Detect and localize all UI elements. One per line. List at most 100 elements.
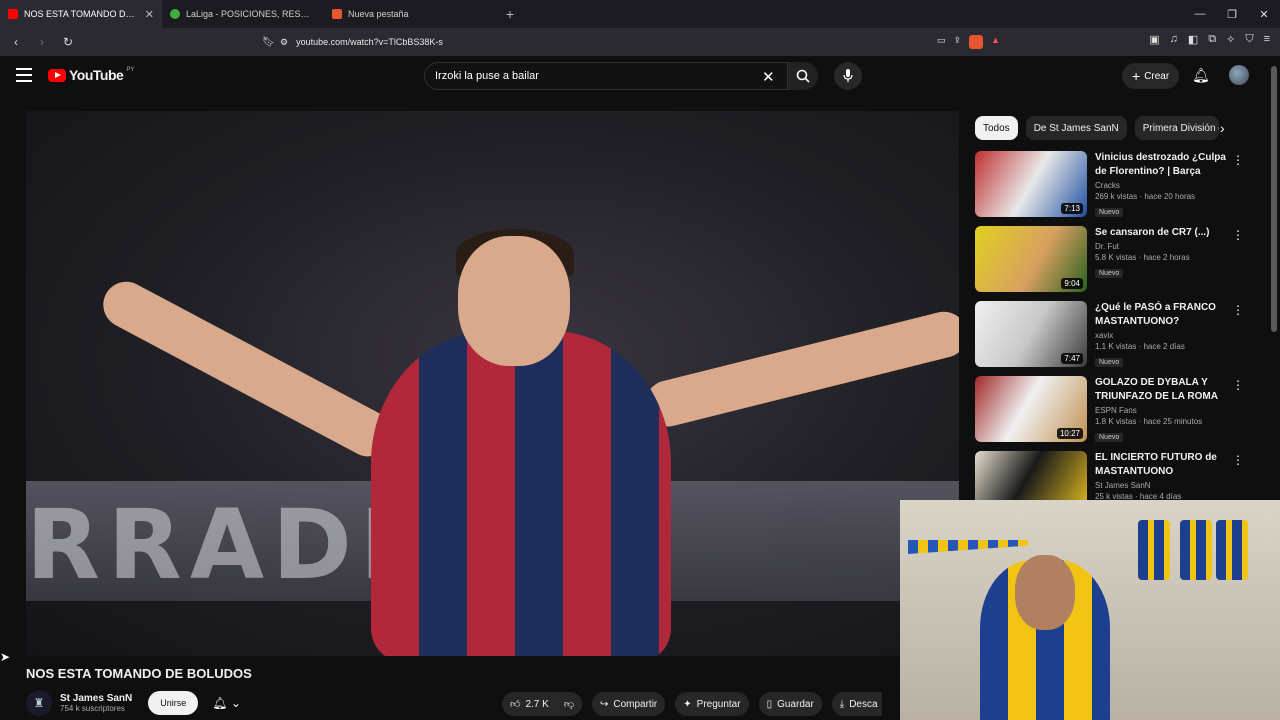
recommendation-item[interactable]: 7:13 Vinicius destrozado ¿Culpa de Flore… — [975, 151, 1260, 226]
more-options-icon[interactable]: ⋮ — [1232, 153, 1244, 167]
recommendation-info: EL INCIERTO FUTURO de MASTANTUONO St Jam… — [1095, 451, 1235, 500]
recommendation-title[interactable]: Vinicius destrozado ¿Culpa de Florentino… — [1095, 151, 1235, 179]
video-thumbnail[interactable] — [975, 451, 1087, 500]
channel-name[interactable]: St James SanN — [60, 693, 132, 704]
recommendation-info: GOLAZO DE DYBALA Y TRIUNFAZO DE LA ROMA … — [1095, 376, 1235, 451]
tab-laliga[interactable]: LaLiga - POSICIONES, RESULTADOS Y — [162, 0, 324, 28]
wallet-icon[interactable]: ▣ — [1149, 33, 1159, 46]
forward-icon[interactable]: › — [34, 35, 50, 49]
youtube-logo[interactable]: YouTube PY — [48, 67, 134, 83]
rewards-icon[interactable]: ▲ — [991, 35, 1000, 49]
tab-youtube[interactable]: NOS ESTA TOMANDO DE BOLUDOS ✕ — [0, 0, 162, 28]
brave-shields-icon[interactable] — [969, 35, 984, 49]
vpn-icon[interactable]: ⛉ — [1245, 33, 1253, 46]
recommendation-channel[interactable]: Dr. Fut — [1095, 242, 1235, 251]
recommendation-title[interactable]: ¿Qué le PASÓ a FRANCO MASTANTUONO? — [1095, 301, 1235, 329]
address-bar[interactable]: 🔖︎ ⚙︎ youtube.com/watch?v=TlCbBS38K-s ▭ … — [262, 33, 1000, 51]
save-label: Guardar — [777, 698, 814, 710]
chip-primera-division[interactable]: Primera División d — [1134, 116, 1219, 140]
extensions-icon[interactable]: ⧉ — [1208, 33, 1216, 46]
search-button[interactable] — [788, 62, 818, 90]
recommendation-channel[interactable]: ESPN Fans — [1095, 406, 1235, 415]
chevron-right-icon[interactable]: › — [1220, 120, 1225, 136]
search-value: Irzoki la puse a bailar — [435, 70, 539, 82]
clear-search-icon[interactable]: ✕ — [762, 68, 775, 86]
recommendation-meta: 269 k vistas · hace 20 horas — [1095, 192, 1196, 201]
chip-channel[interactable]: De St James SanN — [1025, 116, 1127, 140]
subscriber-count: 754 k suscriptores — [60, 704, 125, 713]
recommendations-list: 7:13 Vinicius destrozado ¿Culpa de Flore… — [975, 151, 1260, 500]
download-button[interactable]: ⤓ Desca — [831, 692, 882, 716]
account-avatar[interactable] — [1229, 65, 1249, 85]
video-thumbnail[interactable]: 9:04 — [975, 226, 1087, 292]
recommendation-channel[interactable]: Cracks — [1095, 181, 1235, 190]
share-icon[interactable]: ⇪ — [954, 35, 962, 49]
more-options-icon[interactable]: ⋮ — [1232, 303, 1244, 317]
menu-icon[interactable]: ≡ — [1264, 33, 1270, 46]
recommendation-title[interactable]: EL INCIERTO FUTURO de MASTANTUONO — [1095, 451, 1235, 479]
more-options-icon[interactable]: ⋮ — [1232, 228, 1244, 242]
logo-text: YouTube — [69, 67, 124, 83]
video-thumbnail[interactable]: 10:27 — [975, 376, 1087, 442]
like-button[interactable]: 👍︎ 2.7 K 👎︎ — [502, 692, 582, 716]
new-tab-button[interactable]: + — [498, 6, 522, 22]
chip-all[interactable]: Todos — [975, 116, 1018, 140]
bookmark-icon[interactable]: 🔖︎ — [262, 37, 275, 48]
new-badge: Nuevo — [1095, 269, 1124, 278]
recommendation-channel[interactable]: xavix — [1095, 331, 1235, 340]
reload-icon[interactable]: ↻ — [60, 35, 76, 49]
video-thumbnail[interactable]: 7:47 — [975, 301, 1087, 367]
save-button[interactable]: ▯ Guardar — [758, 692, 822, 716]
recommendation-channel[interactable]: St James SanN — [1095, 481, 1235, 490]
create-button[interactable]: + Crear — [1122, 63, 1180, 89]
minimize-icon[interactable]: — — [1184, 8, 1216, 21]
recommendation-meta: 25 k vistas · hace 4 días — [1095, 492, 1182, 500]
thumbs-down-icon[interactable]: 👎︎ — [564, 698, 574, 710]
bunting-decoration — [908, 540, 1028, 554]
guide-menu-icon[interactable] — [16, 68, 32, 82]
share-label: Compartir — [613, 698, 658, 710]
video-player[interactable]: RRADE — [26, 111, 959, 656]
close-window-icon[interactable]: ✕ — [1248, 8, 1280, 21]
music-icon[interactable]: ♫ — [1170, 33, 1178, 46]
duration-badge: 7:47 — [1061, 353, 1083, 364]
cast-icon[interactable]: ▭ — [937, 35, 946, 49]
maximize-icon[interactable]: ❐ — [1216, 8, 1248, 21]
search-input[interactable]: Irzoki la puse a bailar — [424, 62, 788, 90]
hanging-jersey — [1138, 520, 1170, 580]
recommendation-item[interactable]: 9:04 Se cansaron de CR7 (...) Dr. Fut 5.… — [975, 226, 1260, 301]
page-scrollbar[interactable] — [1271, 66, 1277, 332]
more-options-icon[interactable]: ⋮ — [1232, 378, 1244, 392]
recommendation-title[interactable]: Se cansaron de CR7 (...) — [1095, 226, 1235, 240]
share-button[interactable]: ↪ Compartir — [591, 692, 666, 716]
sidebar-icon[interactable]: ◧ — [1188, 33, 1198, 46]
url-text[interactable]: youtube.com/watch?v=TlCbBS38K-s — [296, 37, 443, 47]
channel-avatar[interactable]: ♜ — [26, 690, 52, 716]
voice-search-button[interactable] — [834, 62, 862, 90]
player-shirt — [371, 331, 671, 656]
recommendation-item[interactable]: 10:27 GOLAZO DE DYBALA Y TRIUNFAZO DE LA… — [975, 376, 1260, 451]
recommendation-item[interactable]: 7:47 ¿Qué le PASÓ a FRANCO MASTANTUONO? … — [975, 301, 1260, 376]
recommendation-item[interactable]: EL INCIERTO FUTURO de MASTANTUONO St Jam… — [975, 451, 1260, 500]
tab-title: Nueva pestaña — [348, 9, 409, 19]
like-count: 2.7 K — [525, 698, 549, 710]
site-info-icon[interactable]: ⚙︎ — [280, 37, 288, 48]
leo-icon[interactable]: ✧ — [1226, 33, 1235, 46]
streamer-face — [1015, 555, 1075, 630]
create-label: Crear — [1144, 70, 1170, 82]
recommendation-title[interactable]: GOLAZO DE DYBALA Y TRIUNFAZO DE LA ROMA … — [1095, 376, 1235, 404]
more-options-icon[interactable]: ⋮ — [1232, 453, 1244, 467]
ask-button[interactable]: ✦ Preguntar — [675, 692, 749, 716]
join-button[interactable]: Unirse — [148, 691, 199, 715]
download-label: Desca — [849, 698, 878, 710]
notifications-icon[interactable]: 🔔︎ — [1192, 67, 1210, 84]
subscribe-bell-icon[interactable]: 🔔︎ ⌄ — [212, 696, 241, 710]
browser-tab-bar: NOS ESTA TOMANDO DE BOLUDOS ✕ LaLiga - P… — [0, 0, 1280, 28]
back-icon[interactable]: ‹ — [8, 35, 24, 49]
duration-badge: 9:04 — [1061, 278, 1083, 289]
close-tab-icon[interactable]: ✕ — [145, 8, 154, 21]
tab-new[interactable]: Nueva pestaña — [324, 0, 486, 28]
brave-icon — [332, 9, 342, 19]
browser-toolbar-right: ▣ ♫ ◧ ⧉ ✧ ⛉ ≡ — [1149, 33, 1270, 46]
video-thumbnail[interactable]: 7:13 — [975, 151, 1087, 217]
